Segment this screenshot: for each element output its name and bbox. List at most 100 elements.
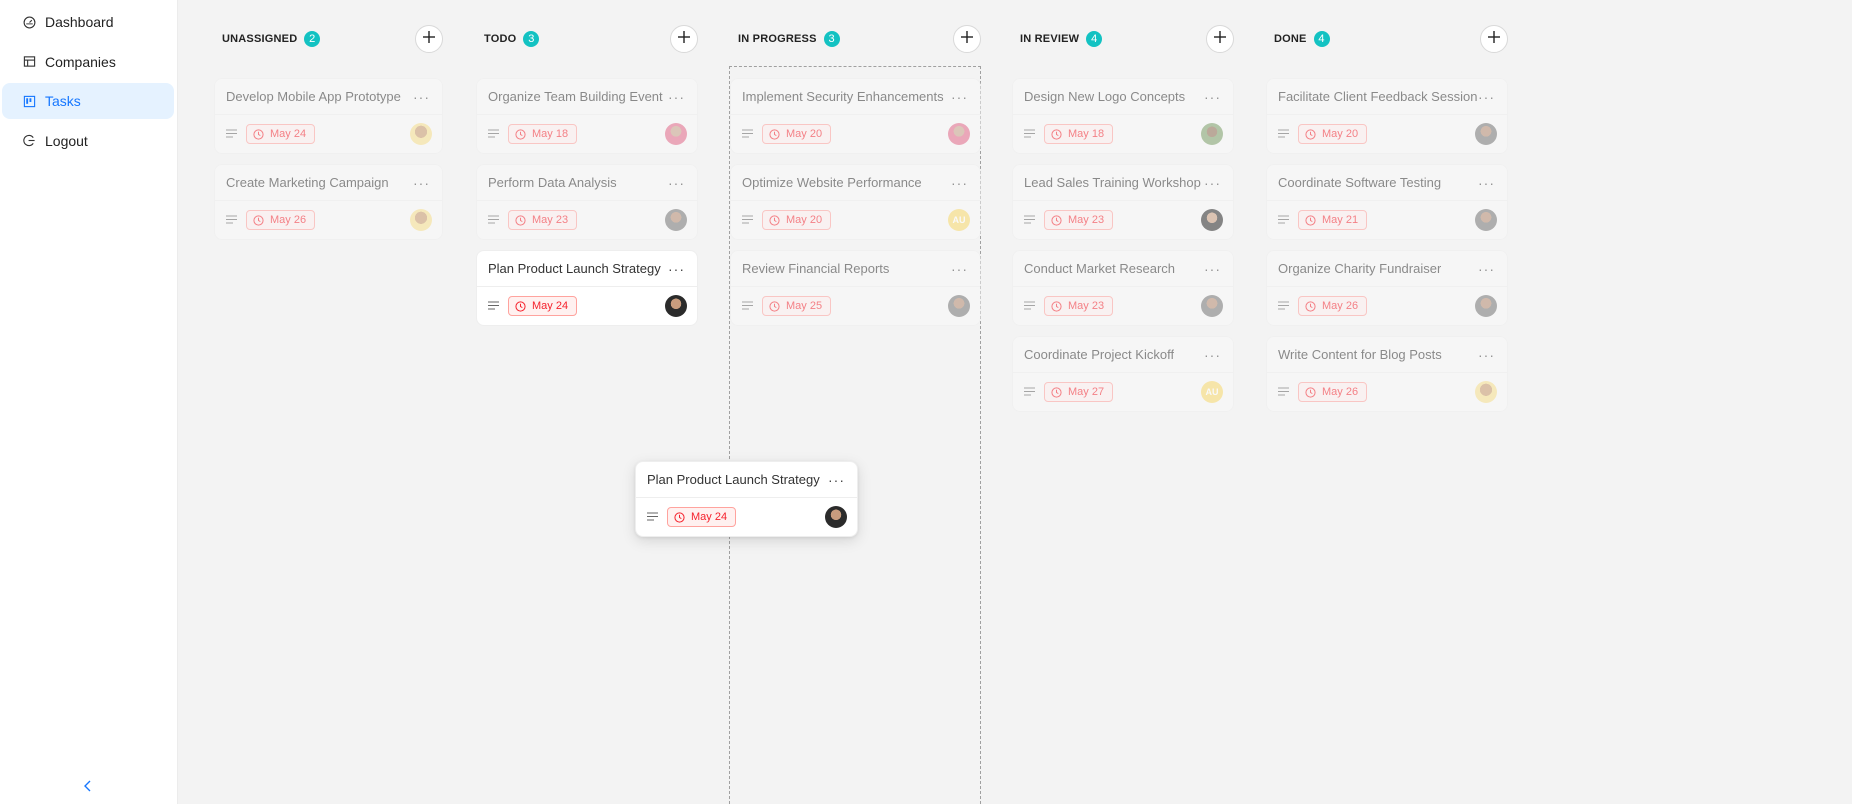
avatar[interactable] (1201, 123, 1223, 145)
task-card[interactable]: Implement Security Enhancements ··· May 20 (730, 78, 981, 154)
avatar[interactable] (1475, 123, 1497, 145)
more-icon[interactable]: ··· (1478, 348, 1495, 362)
task-card[interactable]: Coordinate Project Kickoff ··· May 27 AU (1012, 336, 1234, 412)
task-card[interactable]: Organize Charity Fundraiser ··· May 26 (1266, 250, 1508, 326)
task-card[interactable]: Conduct Market Research ··· May 23 (1012, 250, 1234, 326)
avatar[interactable] (1475, 381, 1497, 403)
column-header: TODO 3 (476, 24, 698, 54)
add-task-button[interactable] (415, 25, 443, 53)
due-date-text: May 23 (1068, 300, 1105, 312)
due-date-tag: May 24 (508, 296, 578, 316)
avatar[interactable] (1475, 209, 1497, 231)
avatar[interactable] (1475, 295, 1497, 317)
card-header: Design New Logo Concepts ··· (1013, 79, 1233, 115)
add-task-button[interactable] (670, 25, 698, 53)
sidebar-item-logout[interactable]: Logout (2, 123, 174, 159)
task-card[interactable]: Coordinate Software Testing ··· May 21 (1266, 164, 1508, 240)
count-badge: 4 (1086, 31, 1103, 47)
sidebar-collapse-button[interactable] (78, 778, 98, 798)
task-card[interactable]: Create Marketing Campaign ··· May 26 (214, 164, 443, 240)
card-footer: May 23 (477, 201, 697, 239)
avatar[interactable] (1201, 209, 1223, 231)
card-header: Organize Charity Fundraiser ··· (1267, 251, 1507, 287)
more-icon[interactable]: ··· (1204, 262, 1221, 276)
task-card[interactable]: Lead Sales Training Workshop ··· May 23 (1012, 164, 1234, 240)
dragging-card[interactable]: Plan Product Launch Strategy ··· May 24 (635, 461, 858, 537)
column-header: IN REVIEW 4 (1012, 24, 1234, 54)
task-card[interactable]: Facilitate Client Feedback Session ··· May… (1266, 78, 1508, 154)
more-icon[interactable]: ··· (951, 176, 968, 190)
avatar[interactable] (410, 209, 432, 231)
column-title: IN REVIEW 4 (1020, 31, 1103, 47)
due-date-text: May 18 (532, 128, 569, 140)
more-icon[interactable]: ··· (1204, 90, 1221, 104)
due-date-tag: May 23 (1044, 210, 1114, 230)
task-card[interactable]: Design New Logo Concepts ··· May 18 (1012, 78, 1234, 154)
more-icon[interactable]: ··· (1478, 262, 1495, 276)
card-list: Develop Mobile App Prototype ··· May 24 Cre… (214, 78, 443, 240)
plus-icon (1487, 30, 1501, 49)
clock-icon (1305, 128, 1316, 140)
add-task-button[interactable] (1480, 25, 1508, 53)
due-date-text: May 18 (1068, 128, 1105, 140)
task-card[interactable]: Perform Data Analysis ··· May 23 (476, 164, 698, 240)
due-date-tag: May 25 (762, 296, 832, 316)
more-icon[interactable]: ··· (1478, 90, 1495, 104)
avatar[interactable] (665, 123, 687, 145)
clock-icon (253, 128, 264, 140)
task-card[interactable]: Review Financial Reports ··· May 25 (730, 250, 981, 326)
card-footer: May 24 (215, 115, 442, 153)
more-icon[interactable]: ··· (1478, 176, 1495, 190)
more-icon[interactable]: ··· (668, 262, 685, 276)
sidebar-item-companies[interactable]: Companies (2, 44, 174, 80)
clock-icon (1051, 300, 1062, 312)
avatar[interactable] (665, 209, 687, 231)
sidebar-item-label: Logout (45, 132, 88, 149)
more-icon[interactable]: ··· (413, 176, 430, 190)
avatar[interactable] (1201, 295, 1223, 317)
more-icon[interactable]: ··· (668, 176, 685, 190)
card-header: Implement Security Enhancements ··· (731, 79, 980, 115)
avatar[interactable] (948, 123, 970, 145)
due-date-text: May 27 (1068, 386, 1105, 398)
avatar[interactable]: AU (948, 209, 970, 231)
add-task-button[interactable] (1206, 25, 1234, 53)
due-date-text: May 23 (1068, 214, 1105, 226)
card-title: Review Financial Reports (742, 261, 890, 276)
description-icon (742, 129, 754, 139)
card-footer: May 21 (1267, 201, 1507, 239)
more-icon[interactable]: ··· (668, 90, 685, 104)
sidebar-item-tasks[interactable]: Tasks (2, 83, 174, 119)
more-icon[interactable]: ··· (413, 90, 430, 104)
card-footer: May 24 (477, 287, 697, 325)
column-header: IN PROGRESS 3 (730, 24, 981, 54)
clock-icon (1051, 386, 1062, 398)
avatar[interactable] (410, 123, 432, 145)
more-icon[interactable]: ··· (828, 473, 845, 487)
description-icon (488, 301, 500, 311)
card-header: Optimize Website Performance ··· (731, 165, 980, 201)
card-title: Organize Team Building Event (488, 89, 663, 104)
description-icon (1024, 215, 1036, 225)
task-card[interactable]: Plan Product Launch Strategy ··· May 24 (476, 250, 698, 326)
avatar-initials: AU (1205, 387, 1219, 397)
more-icon[interactable]: ··· (1204, 348, 1221, 362)
avatar[interactable]: AU (1201, 381, 1223, 403)
card-header: Plan Product Launch Strategy ··· (477, 251, 697, 287)
task-card[interactable]: Develop Mobile App Prototype ··· May 24 (214, 78, 443, 154)
avatar[interactable] (825, 506, 847, 528)
task-card[interactable]: Optimize Website Performance ··· May 20 AU (730, 164, 981, 240)
add-task-button[interactable] (953, 25, 981, 53)
due-date-tag: May 26 (1298, 296, 1368, 316)
clock-icon (674, 511, 685, 523)
plus-icon (677, 30, 691, 49)
more-icon[interactable]: ··· (951, 262, 968, 276)
task-card[interactable]: Write Content for Blog Posts ··· May 26 (1266, 336, 1508, 412)
more-icon[interactable]: ··· (1204, 176, 1221, 190)
avatar[interactable] (948, 295, 970, 317)
more-icon[interactable]: ··· (951, 90, 968, 104)
card-title: Conduct Market Research (1024, 261, 1176, 276)
sidebar-item-dashboard[interactable]: Dashboard (2, 4, 174, 40)
avatar[interactable] (665, 295, 687, 317)
task-card[interactable]: Organize Team Building Event ··· May 18 (476, 78, 698, 154)
